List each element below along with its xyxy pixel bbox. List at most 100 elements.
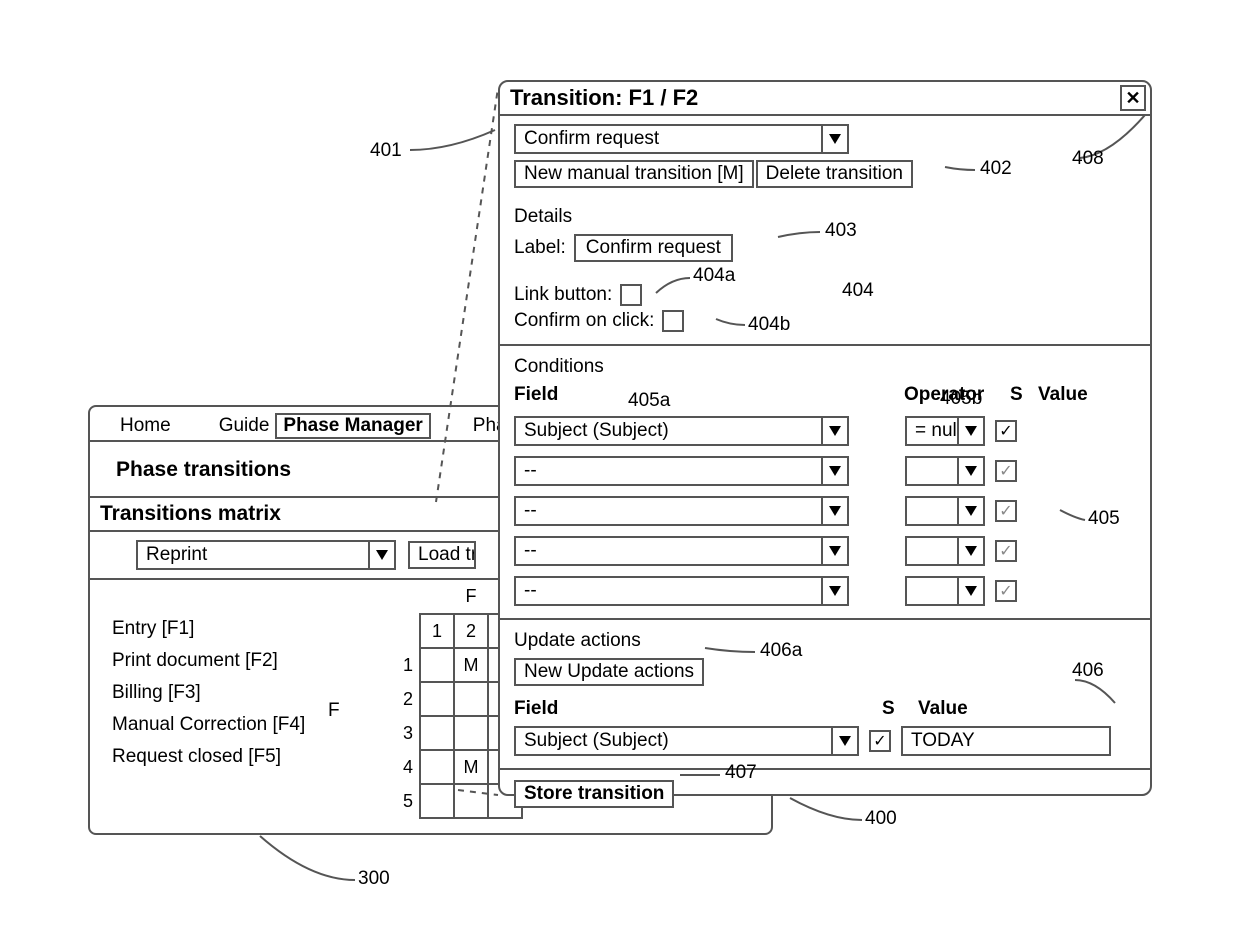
callout-405: 405 — [1088, 508, 1120, 530]
matrix-cell[interactable] — [420, 784, 454, 818]
chevron-down-icon — [957, 458, 983, 484]
matrix-cell[interactable]: M — [454, 648, 488, 682]
matrix-cell[interactable] — [420, 750, 454, 784]
chevron-down-icon — [821, 578, 847, 604]
condition-operator-select[interactable]: = null — [905, 416, 985, 446]
list-item: Entry [F1] — [112, 618, 305, 640]
callout-407: 407 — [725, 762, 757, 784]
condition-s-checkbox[interactable]: ✓ — [995, 460, 1017, 482]
condition-s-checkbox[interactable]: ✓ — [995, 540, 1017, 562]
cond-header-value: Value — [1038, 384, 1088, 406]
callout-402: 402 — [980, 158, 1012, 180]
cond-header-field: Field — [514, 384, 904, 406]
workflow-select[interactable]: Reprint — [136, 540, 396, 570]
matrix-col-header: 1 — [420, 614, 454, 648]
update-field-select[interactable]: Subject (Subject) — [514, 726, 859, 756]
callout-300: 300 — [358, 868, 390, 890]
condition-row: -- ✓ — [514, 456, 1140, 486]
chevron-down-icon — [957, 538, 983, 564]
cond-header-s: S — [1010, 384, 1038, 406]
callout-401: 401 — [370, 140, 402, 162]
matrix-cell[interactable] — [420, 648, 454, 682]
list-item: Billing [F3] — [112, 682, 305, 704]
condition-s-checkbox[interactable]: ✓ — [995, 500, 1017, 522]
callout-405b: 405b — [940, 388, 982, 410]
condition-field-value: -- — [516, 460, 821, 482]
menu-phase-manager[interactable]: Phase Manager — [275, 413, 430, 439]
callout-403: 403 — [825, 220, 857, 242]
label-label: Label: — [514, 237, 566, 259]
update-actions-heading: Update actions — [514, 630, 1140, 652]
chevron-down-icon — [821, 418, 847, 444]
dialog-title: Transition: F1 / F2 — [510, 85, 698, 111]
delete-transition-button[interactable]: Delete transition — [756, 160, 913, 188]
chevron-down-icon — [368, 542, 394, 568]
update-field-value: Subject (Subject) — [516, 730, 831, 752]
condition-row: -- ✓ — [514, 576, 1140, 606]
upd-header-s: S — [882, 698, 918, 720]
upd-header-field: Field — [514, 698, 882, 720]
condition-field-select[interactable]: -- — [514, 496, 849, 526]
condition-row: -- ✓ — [514, 536, 1140, 566]
matrix-row-axis-label: F — [328, 700, 340, 722]
condition-field-select[interactable]: -- — [514, 456, 849, 486]
label-field[interactable]: Confirm request — [574, 234, 733, 262]
list-item: Print document [F2] — [112, 650, 305, 672]
menu-guide[interactable]: Guide — [213, 413, 276, 439]
store-transition-button[interactable]: Store transition — [514, 780, 674, 808]
matrix-row-header: 4 — [386, 750, 420, 784]
transition-name-select[interactable]: Confirm request — [514, 124, 849, 154]
condition-operator-select[interactable] — [905, 536, 985, 566]
matrix-row-header: 2 — [386, 682, 420, 716]
matrix-cell[interactable]: M — [454, 750, 488, 784]
condition-operator-select[interactable] — [905, 496, 985, 526]
condition-field-select[interactable]: -- — [514, 576, 849, 606]
matrix-cell[interactable] — [454, 682, 488, 716]
condition-s-checkbox[interactable]: ✓ — [995, 580, 1017, 602]
transition-dialog: Transition: F1 / F2 ✕ Confirm request Ne… — [498, 80, 1152, 796]
confirm-on-click-checkbox[interactable] — [662, 310, 684, 332]
matrix-row-header: 3 — [386, 716, 420, 750]
matrix-cell[interactable] — [454, 784, 488, 818]
update-s-checkbox[interactable]: ✓ — [869, 730, 891, 752]
matrix-col-header: 2 — [454, 614, 488, 648]
close-icon: ✕ — [1125, 88, 1140, 109]
condition-field-value: Subject (Subject) — [516, 420, 821, 442]
matrix-cell[interactable] — [420, 716, 454, 750]
condition-field-select[interactable]: Subject (Subject) — [514, 416, 849, 446]
condition-field-select[interactable]: -- — [514, 536, 849, 566]
chevron-down-icon — [821, 538, 847, 564]
condition-row: Subject (Subject) = null ✓ — [514, 416, 1140, 446]
chevron-down-icon — [821, 458, 847, 484]
matrix-row-header: 5 — [386, 784, 420, 818]
callout-408: 408 — [1072, 148, 1104, 170]
condition-operator-value: = null — [907, 420, 957, 442]
load-transitions-button[interactable]: Load tr — [408, 541, 476, 569]
link-button-checkbox[interactable] — [620, 284, 642, 306]
callout-404b: 404b — [748, 314, 790, 336]
condition-operator-select[interactable] — [905, 576, 985, 606]
menu-home[interactable]: Home — [114, 413, 177, 439]
close-button[interactable]: ✕ — [1120, 85, 1146, 111]
chevron-down-icon — [831, 728, 857, 754]
transition-name-value: Confirm request — [516, 128, 821, 150]
condition-field-value: -- — [516, 540, 821, 562]
link-button-label: Link button: — [514, 284, 612, 306]
condition-field-value: -- — [516, 500, 821, 522]
condition-operator-select[interactable] — [905, 456, 985, 486]
confirm-on-click-label: Confirm on click: — [514, 310, 654, 332]
chevron-down-icon — [957, 498, 983, 524]
chevron-down-icon — [957, 418, 983, 444]
matrix-cell[interactable] — [420, 682, 454, 716]
new-update-actions-button[interactable]: New Update actions — [514, 658, 704, 686]
chevron-down-icon — [821, 498, 847, 524]
condition-s-checkbox[interactable]: ✓ — [995, 420, 1017, 442]
update-value-field[interactable]: TODAY — [901, 726, 1111, 756]
matrix-cell[interactable] — [454, 716, 488, 750]
matrix-row-header: 1 — [386, 648, 420, 682]
new-manual-transition-button[interactable]: New manual transition [M] — [514, 160, 754, 188]
callout-406: 406 — [1072, 660, 1104, 682]
phase-list: Entry [F1] Print document [F2] Billing [… — [112, 618, 305, 768]
update-row: Subject (Subject) ✓ TODAY — [514, 726, 1140, 756]
dialog-titlebar: Transition: F1 / F2 ✕ — [500, 82, 1150, 116]
